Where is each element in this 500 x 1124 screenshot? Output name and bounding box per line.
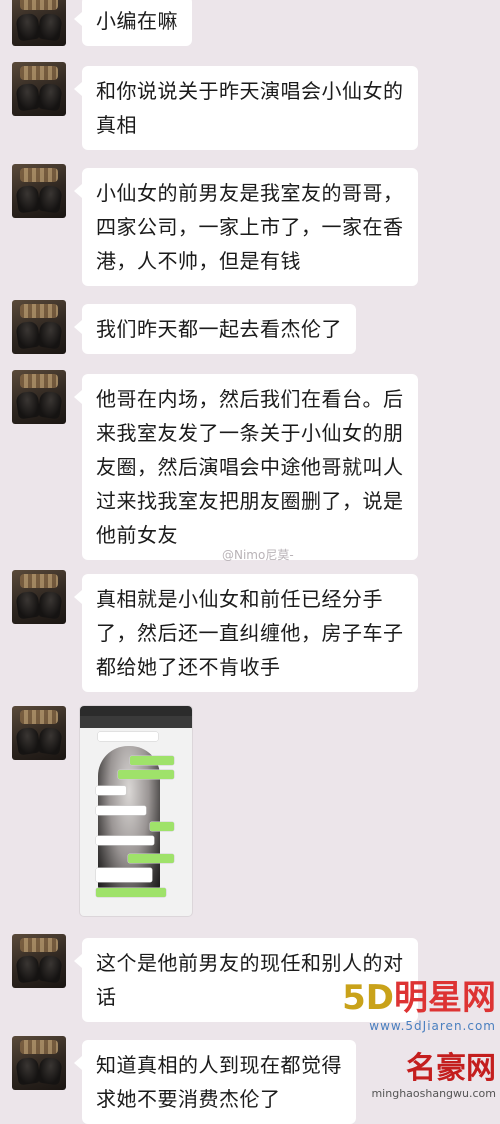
watermark-5d-logo: 5D明星网	[342, 978, 496, 1018]
message-text: 友圈，然后演唱会中途他哥就叫人	[96, 455, 404, 479]
avatar[interactable]	[12, 62, 66, 116]
message-text: 来我室友发了一条关于小仙女的朋	[96, 421, 404, 445]
message-text: 小仙女的前男友是我室友的哥哥，	[96, 181, 404, 205]
message-text: 了，然后还一直纠缠他，房子车子	[96, 621, 404, 645]
avatar[interactable]	[12, 0, 66, 46]
message-text: 都给她了还不肯收手	[96, 655, 281, 679]
watermark-minghao-logo: 名豪网	[406, 1051, 496, 1086]
message-text: 真相就是小仙女和前任已经分手	[96, 587, 383, 611]
message-bubble[interactable]: 我们昨天都一起去看杰伦了	[74, 304, 356, 354]
message-bubble[interactable]: 和你说说关于昨天演唱会小仙女的 真相	[74, 66, 418, 150]
message-text: 四家公司，一家上市了，一家在香	[96, 215, 404, 239]
message-text: 我们昨天都一起去看杰伦了	[96, 317, 342, 341]
message-text: 小编在嘛	[96, 9, 178, 33]
avatar[interactable]	[12, 300, 66, 354]
message-text: 和你说说关于昨天演唱会小仙女的	[96, 79, 404, 103]
message-bubble[interactable]: 小仙女的前男友是我室友的哥哥， 四家公司，一家上市了，一家在香 港，人不帅，但是…	[74, 168, 418, 286]
watermark-minghao-url: minghaoshangwu.com	[371, 1087, 496, 1100]
message-text: 过来找我室友把朋友圈删了，说是	[96, 489, 404, 513]
message-text: 知道真相的人到现在都觉得	[96, 1053, 342, 1077]
message-bubble[interactable]: 小编在嘛	[74, 0, 192, 46]
message-text: 港，人不帅，但是有钱	[96, 249, 301, 273]
message-text: 真相	[96, 113, 137, 137]
avatar[interactable]	[12, 706, 66, 760]
watermark-5d-url: www.5dJiaren.com	[369, 1019, 496, 1033]
message-bubble[interactable]: 知道真相的人到现在都觉得 求她不要消费杰伦了	[74, 1040, 356, 1124]
avatar[interactable]	[12, 164, 66, 218]
message-text: 他哥在内场，然后我们在看台。后	[96, 387, 404, 411]
message-text: 求她不要消费杰伦了	[96, 1087, 281, 1111]
message-bubble[interactable]: 真相就是小仙女和前任已经分手 了，然后还一直纠缠他，房子车子 都给她了还不肯收手	[74, 574, 418, 692]
message-bubble[interactable]: 他哥在内场，然后我们在看台。后 来我室友发了一条关于小仙女的朋 友圈，然后演唱会…	[74, 374, 418, 560]
avatar[interactable]	[12, 370, 66, 424]
avatar[interactable]	[12, 934, 66, 988]
avatar[interactable]	[12, 1036, 66, 1090]
site-watermark: 5D明星网 www.5dJiaren.com 名豪网 minghaoshangw…	[342, 970, 496, 1100]
chat-screenshot-image[interactable]	[80, 706, 192, 916]
avatar[interactable]	[12, 570, 66, 624]
weibo-watermark: @Nimo尼莫-	[222, 548, 294, 562]
